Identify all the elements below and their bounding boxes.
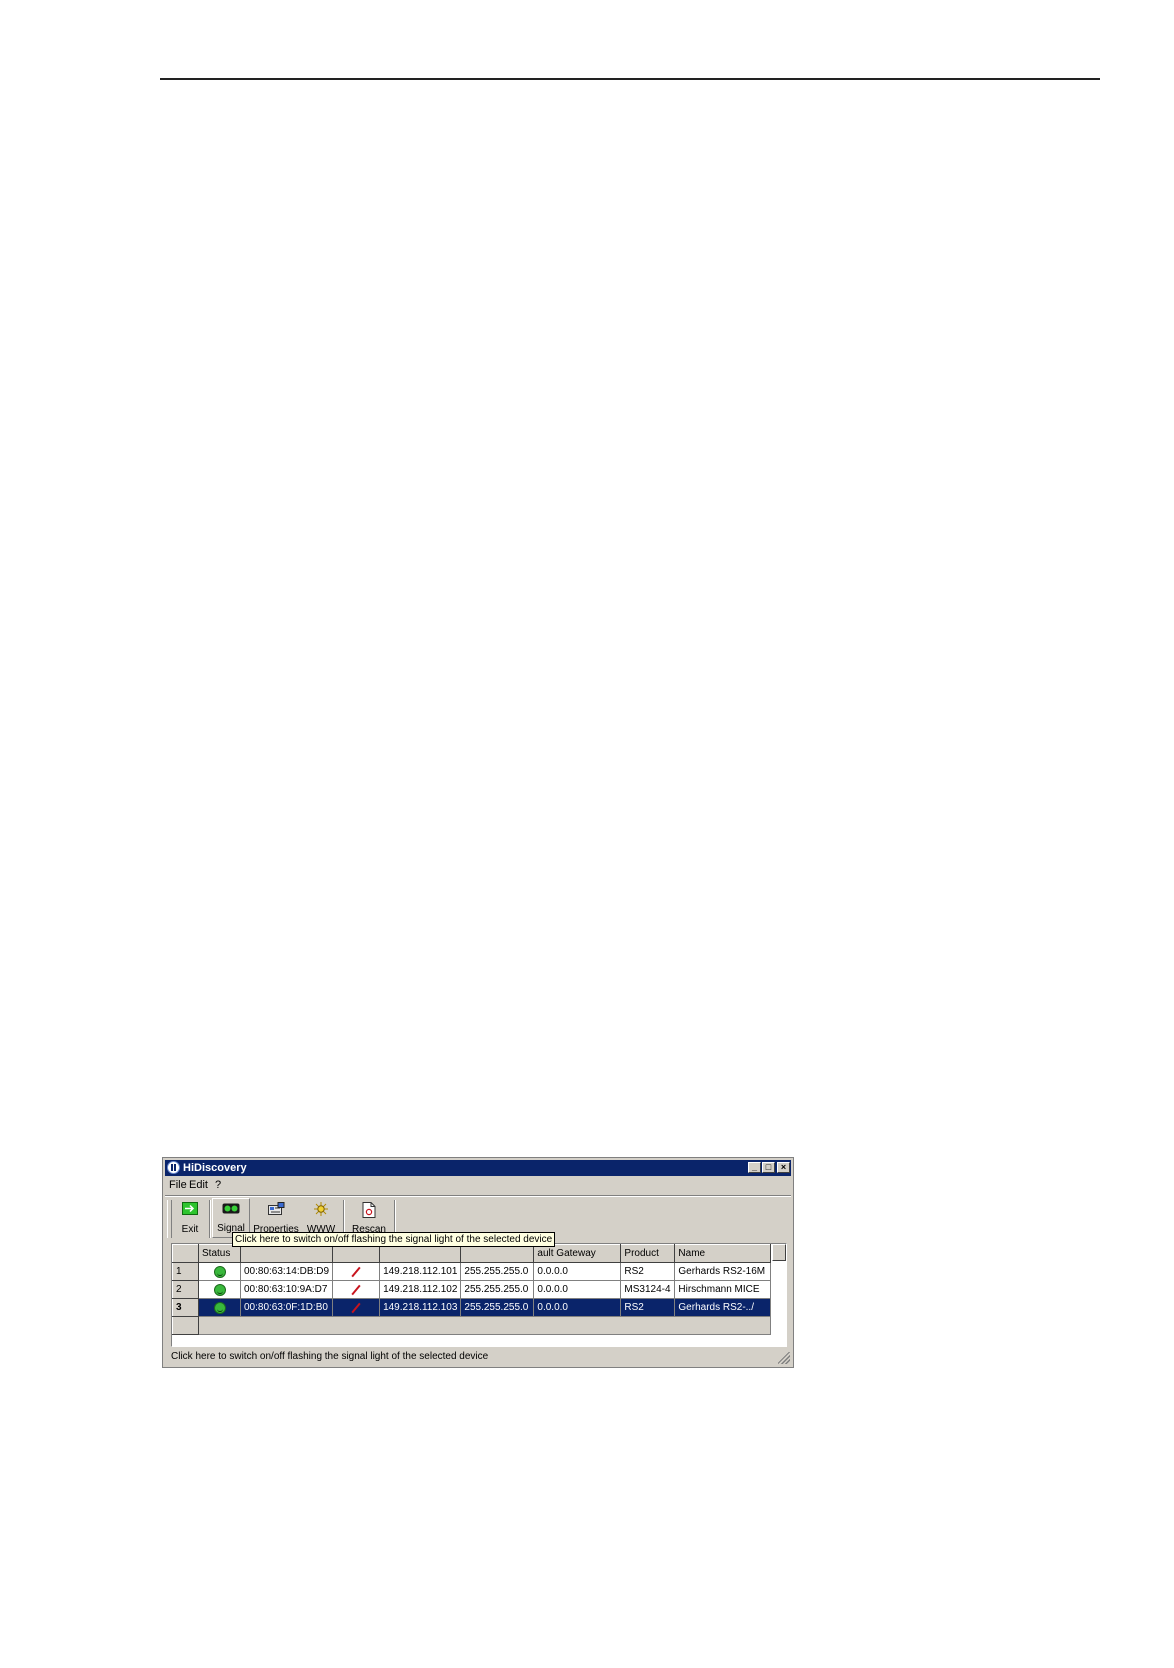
table-row[interactable]: 2 00:80:63:10:9A:D7 149.218.112.102 255.…: [172, 1280, 772, 1299]
table-row-selected[interactable]: 3 00:80:63:0F:1D:B0 149.218.112.103 255.…: [172, 1298, 772, 1317]
status-text: Click here to switch on/off flashing the…: [171, 1351, 489, 1362]
name-cell[interactable]: Hirschmann MICE: [674, 1280, 772, 1299]
mac-cell[interactable]: 00:80:63:0F:1D:B0: [240, 1298, 334, 1317]
status-cell[interactable]: [198, 1262, 241, 1281]
netmask-cell[interactable]: 255.255.255.0: [460, 1262, 535, 1281]
signal-tooltip: Click here to switch on/off flashing the…: [232, 1232, 556, 1247]
signal-icon: [222, 1203, 240, 1217]
ip-cell[interactable]: 149.218.112.101: [379, 1262, 462, 1281]
resize-grip-icon[interactable]: [778, 1352, 790, 1364]
gateway-cell[interactable]: 0.0.0.0: [533, 1298, 622, 1317]
row-number[interactable]: 1: [172, 1262, 199, 1281]
hirschmann-logo-icon: [167, 1161, 180, 1174]
status-bar: Click here to switch on/off flashing the…: [165, 1348, 791, 1365]
edit-cell[interactable]: [332, 1262, 381, 1281]
menu-separator: [165, 1195, 791, 1197]
name-cell[interactable]: Gerhards RS2-16M: [674, 1262, 772, 1281]
status-ok-icon: [213, 1265, 226, 1278]
menu-edit[interactable]: Edit: [189, 1179, 208, 1191]
row-number[interactable]: 3: [172, 1298, 199, 1317]
product-cell[interactable]: RS2: [620, 1298, 676, 1317]
empty-area: [198, 1316, 772, 1335]
pencil-icon: [351, 1266, 361, 1277]
column-header-status[interactable]: Status: [198, 1244, 241, 1263]
table-header-row: Status ault Gateway Product Name: [172, 1244, 772, 1263]
vertical-scrollbar[interactable]: [772, 1244, 786, 1261]
status-ok-icon: [213, 1283, 226, 1296]
title-bar[interactable]: HiDiscovery _ □ ×: [165, 1160, 791, 1176]
status-cell[interactable]: [198, 1280, 241, 1299]
name-cell[interactable]: Gerhards RS2-../: [674, 1298, 772, 1317]
row-number[interactable]: 2: [172, 1280, 199, 1299]
edit-cell[interactable]: [332, 1298, 381, 1317]
window-title: HiDiscovery: [183, 1162, 247, 1174]
product-cell[interactable]: MS3124-4: [620, 1280, 676, 1299]
column-header-edit[interactable]: [332, 1244, 381, 1263]
row-number-empty: [172, 1316, 199, 1335]
menu-file[interactable]: File: [169, 1179, 187, 1191]
ip-cell[interactable]: 149.218.112.102: [379, 1280, 462, 1299]
gateway-cell[interactable]: 0.0.0.0: [533, 1280, 622, 1299]
minimize-button[interactable]: _: [748, 1162, 761, 1173]
corner-header[interactable]: [172, 1244, 199, 1263]
column-header-ip[interactable]: [379, 1244, 462, 1263]
column-header-gateway[interactable]: ault Gateway: [533, 1244, 622, 1263]
status-cell[interactable]: [198, 1298, 241, 1317]
netmask-cell[interactable]: 255.255.255.0: [460, 1280, 535, 1299]
edit-cell[interactable]: [332, 1280, 381, 1299]
column-header-name[interactable]: Name: [674, 1244, 772, 1263]
properties-icon: [267, 1202, 285, 1219]
gateway-cell[interactable]: 0.0.0.0: [533, 1262, 622, 1281]
hidiscovery-window: HiDiscovery _ □ × File Edit ? Exit Signa…: [162, 1157, 794, 1368]
table-empty-row: [172, 1316, 772, 1335]
column-header-mac[interactable]: [239, 1244, 334, 1263]
column-header-netmask[interactable]: [460, 1244, 535, 1263]
toolbar-separator: [209, 1200, 211, 1238]
menu-help[interactable]: ?: [215, 1179, 221, 1191]
exit-label: Exit: [181, 1224, 199, 1235]
maximize-button[interactable]: □: [762, 1162, 775, 1173]
product-cell[interactable]: RS2: [620, 1262, 676, 1281]
column-header-product[interactable]: Product: [620, 1244, 676, 1263]
mac-cell[interactable]: 00:80:63:14:DB:D9: [240, 1262, 334, 1281]
ip-cell[interactable]: 149.218.112.103: [379, 1298, 462, 1317]
www-icon: [313, 1202, 329, 1219]
exit-button[interactable]: Exit: [173, 1198, 207, 1238]
mac-cell[interactable]: 00:80:63:10:9A:D7: [240, 1280, 334, 1299]
netmask-cell[interactable]: 255.255.255.0: [460, 1298, 535, 1317]
pencil-icon: [351, 1284, 361, 1295]
status-ok-icon: [213, 1301, 226, 1314]
exit-icon: [182, 1202, 198, 1218]
toolbar-grip[interactable]: [167, 1200, 172, 1238]
pencil-icon: [351, 1302, 361, 1313]
table-row[interactable]: 1 00:80:63:14:DB:D9 149.218.112.101 255.…: [172, 1262, 772, 1281]
rescan-icon: [362, 1202, 376, 1221]
device-table[interactable]: Status ault Gateway Product Name 1 00:80…: [171, 1243, 787, 1347]
page-header-rule: [160, 78, 1100, 80]
close-button[interactable]: ×: [777, 1162, 790, 1173]
